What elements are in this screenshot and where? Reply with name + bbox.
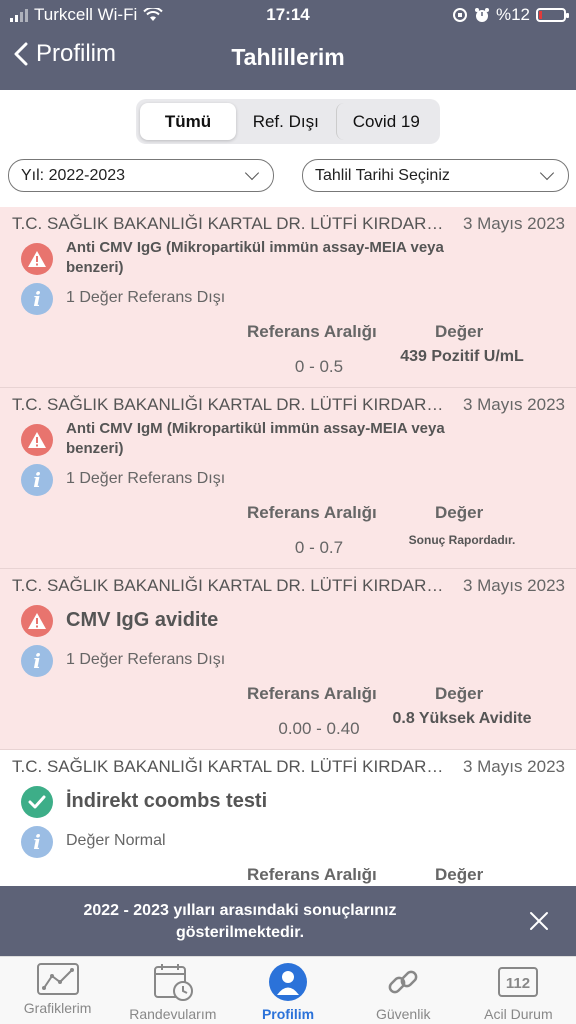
filter-segment: Tümü Ref. Dışı Covid 19 xyxy=(136,99,440,144)
hospital-name: T.C. SAĞLIK BAKANLIĞI KARTAL DR. LÜTFİ K… xyxy=(12,757,444,776)
info-icon: i xyxy=(21,826,53,858)
result-note: Değer Normal xyxy=(66,832,166,849)
page-title: Tahlillerim xyxy=(231,44,345,70)
value-header: Değer xyxy=(435,322,484,341)
year-select[interactable]: Yıl: 2022-2023 xyxy=(8,159,274,192)
header-bar: Turkcell Wi-Fi 17:14 %12 Profilim Tahlil… xyxy=(0,0,576,90)
chart-icon xyxy=(36,963,79,995)
value-header: Değer xyxy=(435,865,484,884)
close-icon[interactable] xyxy=(526,908,552,934)
result-note: 1 Değer Referans Dışı xyxy=(66,651,226,668)
link-icon xyxy=(388,970,418,994)
reference-range: 0 - 0.5 xyxy=(294,357,344,376)
year-select-value: Yıl: 2022-2023 xyxy=(21,166,126,184)
result-date: 3 Mayıs 2023 xyxy=(462,576,565,595)
result-value: 0.8 Yüksek Avidite xyxy=(392,710,532,727)
result-note: 1 Değer Referans Dışı xyxy=(66,289,226,306)
hospital-name: T.C. SAĞLIK BAKANLIĞI KARTAL DR. LÜTFİ K… xyxy=(12,214,444,233)
emergency-icon: 112 xyxy=(498,967,539,997)
status-bar: Turkcell Wi-Fi 17:14 %12 xyxy=(0,0,576,30)
hospital-name: T.C. SAĞLIK BAKANLIĞI KARTAL DR. LÜTFİ K… xyxy=(12,395,444,414)
toast-message: 2022 - 2023 yılları arasındaki sonuçları… xyxy=(83,902,397,941)
warning-icon xyxy=(21,424,53,456)
test-name: Anti CMV IgG (Mikropartikül immün assay-… xyxy=(66,239,444,276)
info-toast: 2022 - 2023 yılları arasındaki sonuçları… xyxy=(0,886,576,956)
test-name: CMV IgG avidite xyxy=(66,609,219,631)
reference-range: 0.00 - 0.40 xyxy=(278,719,360,738)
tab-label: Profilim xyxy=(261,1006,315,1022)
tab-charts[interactable]: Grafiklerim xyxy=(0,957,115,1024)
reference-range: 0 - 0.7 xyxy=(294,538,344,557)
segment-all[interactable]: Tümü xyxy=(140,103,236,140)
check-icon xyxy=(21,786,53,818)
result-date: 3 Mayıs 2023 xyxy=(462,395,565,414)
emergency-number: 112 xyxy=(506,975,530,992)
calendar-icon xyxy=(153,964,193,1001)
segment-out-of-range[interactable]: Ref. Dışı xyxy=(236,103,336,140)
tab-security[interactable]: Güvenlik xyxy=(346,957,461,1024)
result-card[interactable]: T.C. SAĞLIK BAKANLIĞI KARTAL DR. LÜTFİ K… xyxy=(0,207,576,388)
result-value: 439 Pozitif U/mL xyxy=(400,348,524,365)
result-date: 3 Mayıs 2023 xyxy=(462,214,565,233)
alarm-icon xyxy=(474,8,489,22)
warning-icon xyxy=(21,605,53,637)
chevron-down-icon xyxy=(244,165,260,181)
value-header: Değer xyxy=(435,503,484,522)
result-date: 3 Mayıs 2023 xyxy=(462,757,565,776)
info-icon: i xyxy=(21,283,53,315)
rotation-lock-icon xyxy=(452,8,467,22)
tab-label: Acil Durum xyxy=(484,1006,553,1022)
result-card[interactable]: T.C. SAĞLIK BAKANLIĞI KARTAL DR. LÜTFİ K… xyxy=(0,388,576,569)
result-card[interactable]: T.C. SAĞLIK BAKANLIĞI KARTAL DR. LÜTFİ K… xyxy=(0,569,576,750)
tab-appointments[interactable]: Randevularım xyxy=(115,957,230,1024)
status-right: %12 xyxy=(452,5,569,25)
reference-range-header: Referans Aralığı xyxy=(247,865,377,884)
tab-label: Randevularım xyxy=(129,1006,217,1022)
hospital-name: T.C. SAĞLIK BAKANLIĞI KARTAL DR. LÜTFİ K… xyxy=(12,576,444,595)
date-select[interactable]: Tahlil Tarihi Seçiniz xyxy=(302,159,569,192)
warning-icon xyxy=(21,243,53,275)
info-icon: i xyxy=(21,464,53,496)
results-list: T.C. SAĞLIK BAKANLIĞI KARTAL DR. LÜTFİ K… xyxy=(0,207,576,931)
reference-range-header: Referans Aralığı xyxy=(247,503,377,522)
segment-covid[interactable]: Covid 19 xyxy=(335,103,437,140)
tab-emergency[interactable]: 112 Acil Durum xyxy=(461,957,576,1024)
reference-range-header: Referans Aralığı xyxy=(247,684,377,703)
result-note: 1 Değer Referans Dışı xyxy=(66,470,226,487)
battery-percent: %12 xyxy=(495,5,530,24)
info-icon: i xyxy=(21,645,53,677)
battery-icon xyxy=(536,8,569,22)
test-name: Anti CMV IgM (Mikropartikül immün assay-… xyxy=(66,420,445,457)
tab-label: Güvenlik xyxy=(375,1006,431,1022)
reference-range-header: Referans Aralığı xyxy=(247,322,377,341)
date-select-value: Tahlil Tarihi Seçiniz xyxy=(315,166,450,184)
value-header: Değer xyxy=(435,684,484,703)
profile-icon xyxy=(269,963,307,1001)
tab-profile[interactable]: Profilim xyxy=(230,957,345,1024)
result-value: Sonuç Rapordadır. xyxy=(408,533,516,547)
chevron-down-icon xyxy=(539,165,555,181)
tab-bar: Grafiklerim Randevularım Profilim Güvenl… xyxy=(0,956,576,1024)
test-name: İndirekt coombs testi xyxy=(66,790,268,812)
tab-label: Grafiklerim xyxy=(23,1000,92,1016)
